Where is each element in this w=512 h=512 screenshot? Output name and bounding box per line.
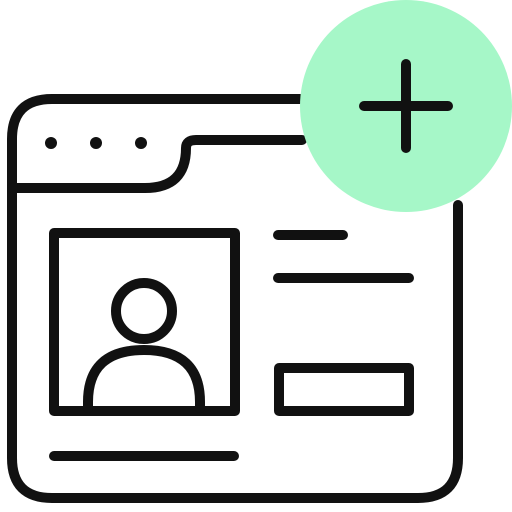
user-head-icon [111, 278, 177, 344]
input-field-icon [274, 363, 414, 416]
text-lines-icon [273, 230, 414, 283]
window-dot-icon [90, 137, 102, 149]
add-badge-icon [300, 0, 512, 212]
window-dot-icon [45, 137, 57, 149]
browser-tab-icon [7, 135, 307, 193]
user-avatar-icon [83, 278, 205, 413]
profile-photo-icon [49, 228, 240, 416]
icon-canvas [0, 0, 512, 512]
window-dots-icon [45, 137, 147, 149]
user-shoulders-icon [83, 345, 205, 413]
window-dot-icon [135, 137, 147, 149]
add-profile-web-page-icon [7, 0, 512, 503]
